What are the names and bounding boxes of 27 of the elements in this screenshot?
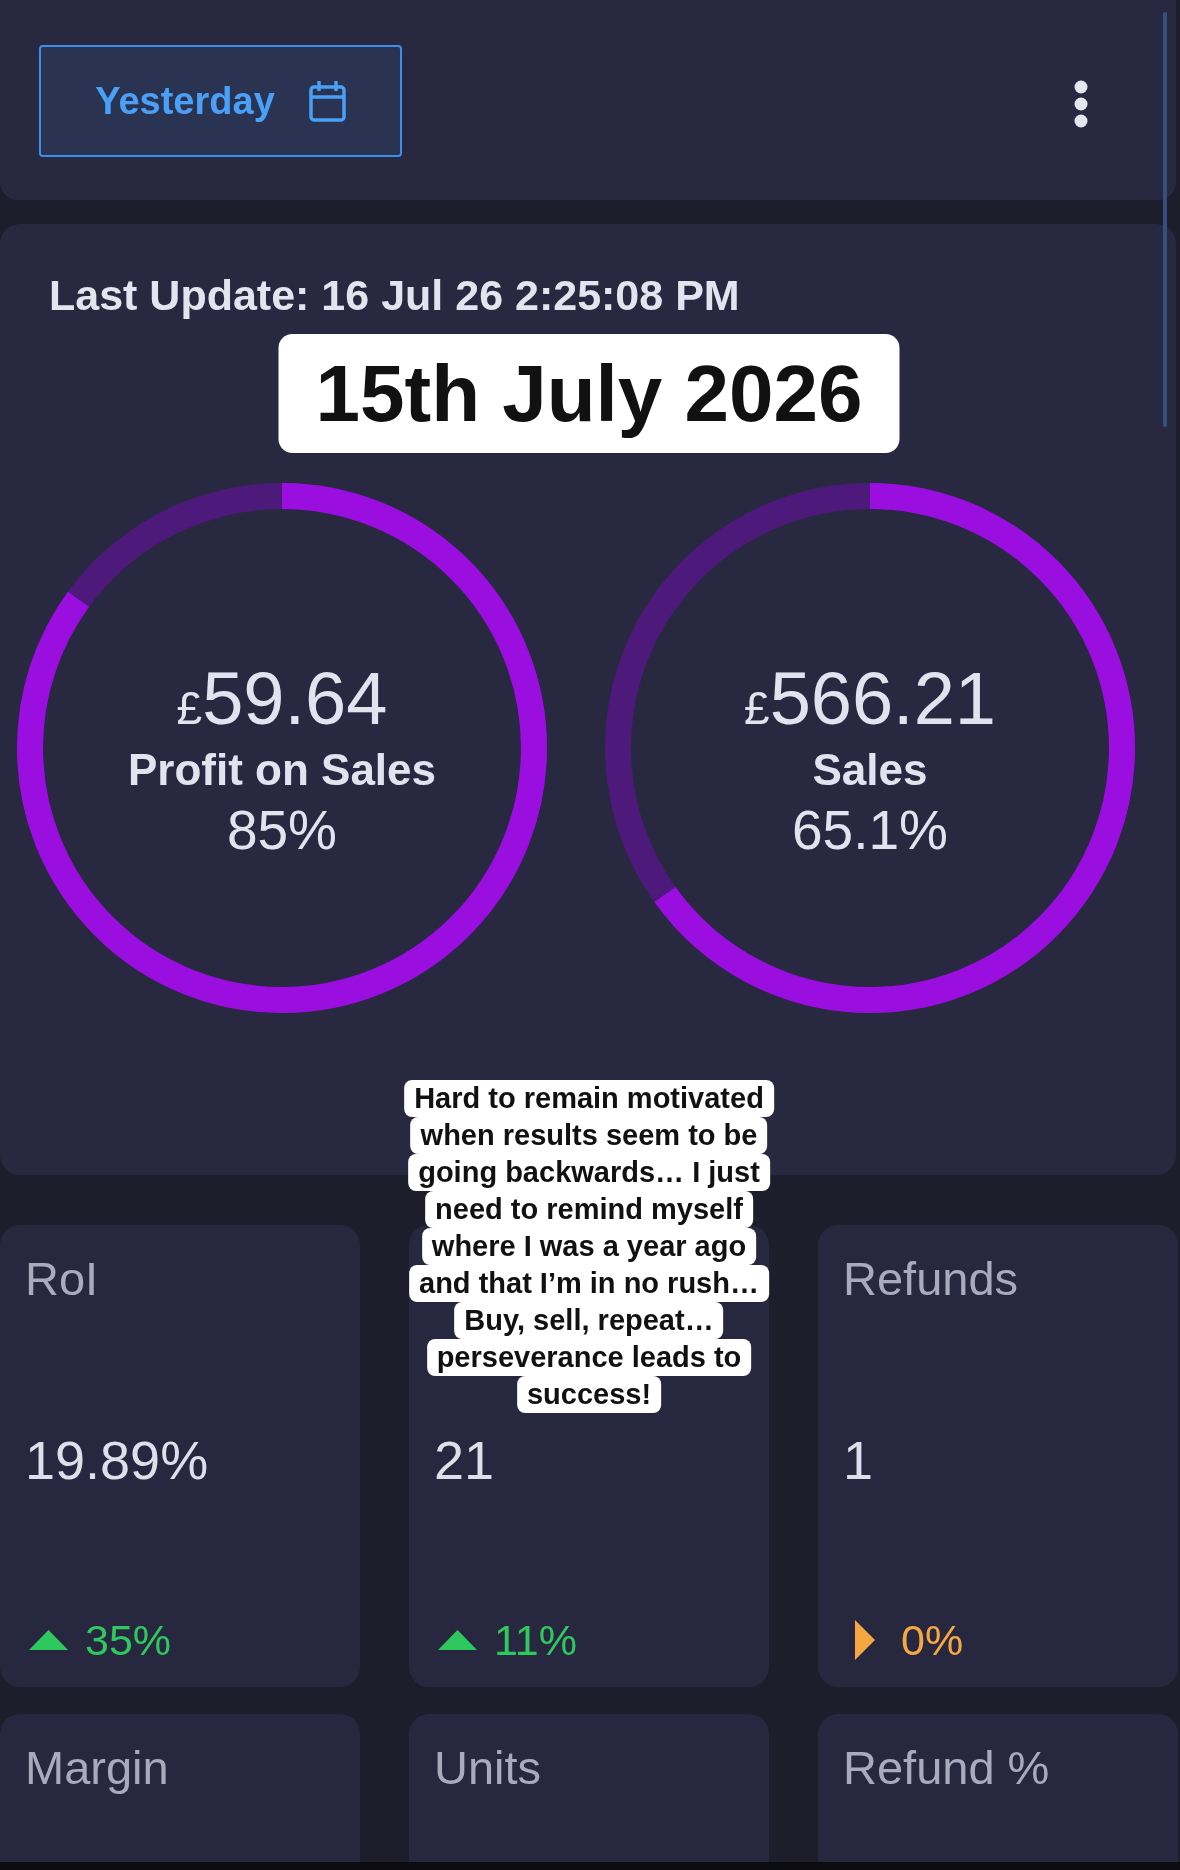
kpi-title: Units — [434, 1741, 542, 1795]
amount-text: £59.64 — [176, 661, 388, 742]
kpi-title: RoI — [25, 1252, 99, 1306]
last-update-text: Last Update: 16 Jul 26 2:25:08 PM — [49, 270, 740, 320]
date-button[interactable]: Yesterday — [39, 45, 402, 157]
kpi-value: 1 — [843, 1429, 874, 1491]
kpi-title: Refund % — [843, 1741, 1050, 1795]
trend-up-icon — [438, 1630, 477, 1650]
kpi-value: 21 — [434, 1429, 495, 1491]
kpi-title: Margin — [25, 1741, 169, 1795]
change-text: 11% — [494, 1615, 577, 1666]
more-options-icon[interactable] — [1074, 80, 1088, 128]
percent-text: 85% — [226, 797, 338, 863]
kpi-value: 19.89% — [25, 1429, 209, 1491]
percent-text: 65.1% — [792, 797, 948, 863]
date-caption: 15th July 2026 — [278, 334, 900, 453]
metric-label: Sales — [812, 744, 928, 795]
change-text: 0% — [901, 1615, 964, 1666]
metric-label: Profit on Sales — [127, 744, 437, 795]
scrollbar-thumb[interactable] — [1163, 12, 1167, 427]
caption-text: Hard to remain motivated when results seem to be going backwards… I just need to remind myself where I was a year ago and that I’m in no rush… Buy, sell, repeat… perseverance leads to success! — [404, 1080, 774, 1413]
kpi-title: Refunds — [843, 1252, 1019, 1306]
change-text: 35% — [85, 1615, 172, 1666]
calendar-icon — [308, 80, 346, 122]
trend-flat-icon — [855, 1620, 875, 1660]
trend-up-icon — [29, 1630, 68, 1650]
amount-text: £566.21 — [744, 661, 996, 742]
